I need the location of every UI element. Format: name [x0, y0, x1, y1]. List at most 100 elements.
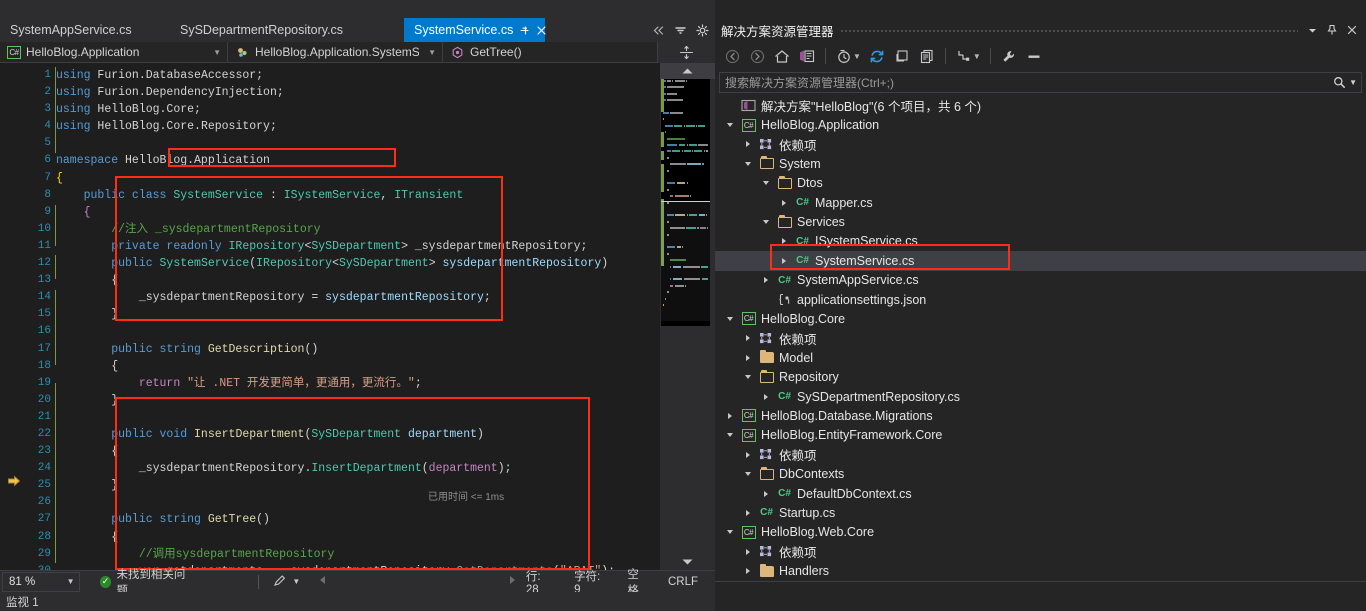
home-icon[interactable] — [770, 45, 794, 67]
tree-item[interactable]: C# SystemAppService.cs — [715, 271, 1366, 290]
properties-wrench-icon[interactable] — [997, 45, 1021, 67]
code-editor-surface[interactable]: 1 2 3 4 5 6 7 8 9 10 11 12 13 14 15 16 17 18 19 20 21 22 23 24 2… — [0, 63, 715, 570]
code-line[interactable]: //调用sysdepartmentRepository — [56, 546, 660, 563]
code-line[interactable]: _sysdepartmentRepository.InsertDepartmen… — [56, 460, 660, 477]
code-line[interactable]: public string GetTree() — [56, 511, 660, 528]
chevron-right-icon[interactable] — [777, 257, 790, 264]
editor-tab-sysdepartmentrepository[interactable]: SySDepartmentRepository.cs — [170, 18, 400, 42]
code-line[interactable] — [56, 494, 660, 511]
solution-explorer-search[interactable]: 搜索解决方案资源管理器(Ctrl+;) ▼ — [719, 72, 1362, 93]
scroll-left-arrow-icon[interactable] — [318, 575, 327, 588]
horizontal-scrollbar[interactable] — [318, 575, 517, 588]
tree-item[interactable]: 依赖项 — [715, 329, 1366, 348]
chevron-down-icon[interactable]: ▼ — [973, 52, 981, 61]
code-line[interactable]: } — [56, 392, 660, 409]
solution-explorer-tree[interactable]: 解决方案"HelloBlog"(6 个项目，共 6 个) C# HelloBlog.… — [715, 96, 1366, 581]
tree-item[interactable]: C# Mapper.cs — [715, 193, 1366, 212]
pen-tool[interactable]: ▼ — [265, 574, 308, 590]
navbar-type-dropdown[interactable]: HelloBlog.Application.SystemSe ▼ — [228, 42, 443, 62]
chevron-down-icon[interactable] — [723, 530, 736, 535]
code-line[interactable]: } — [56, 477, 660, 494]
tree-item[interactable]: Repository — [715, 367, 1366, 386]
code-line[interactable]: private readonly IRepository<SySDepartme… — [56, 238, 660, 255]
code-line[interactable]: { — [56, 358, 660, 375]
forward-arrow-icon[interactable] — [745, 45, 769, 67]
code-line[interactable]: namespace HelloBlog.Application — [56, 152, 660, 169]
chevron-right-icon[interactable] — [777, 199, 790, 206]
chevron-right-icon[interactable] — [741, 335, 754, 342]
code-line[interactable]: public string GetDescription() — [56, 341, 660, 358]
chevron-down-icon[interactable] — [759, 181, 772, 186]
code-line[interactable]: using HelloBlog.Core; — [56, 101, 660, 118]
code-line[interactable] — [56, 323, 660, 340]
tree-item[interactable]: System — [715, 154, 1366, 173]
code-line[interactable]: { — [56, 443, 660, 460]
tree-item[interactable]: applicationsettings.json — [715, 290, 1366, 309]
tree-item[interactable]: Services — [715, 212, 1366, 231]
code-line[interactable]: { — [56, 272, 660, 289]
chevron-down-icon[interactable] — [723, 316, 736, 321]
settings-gear-icon[interactable] — [696, 23, 709, 37]
code-line[interactable]: public SystemService(IRepository<SySDepa… — [56, 255, 660, 272]
chevron-right-icon[interactable] — [741, 509, 754, 516]
code-line[interactable]: { — [56, 204, 660, 221]
tree-item[interactable]: Model — [715, 348, 1366, 367]
code-line[interactable]: public void InsertDepartment(SySDepartme… — [56, 426, 660, 443]
code-line[interactable]: { — [56, 529, 660, 546]
chevron-right-icon[interactable] — [759, 490, 772, 497]
editor-tab-systemservice[interactable]: SystemService.cs — [404, 18, 547, 42]
editor-glyph-margin[interactable] — [0, 63, 24, 570]
tab-list-dropdown-icon[interactable] — [674, 25, 687, 36]
tree-item[interactable]: Handlers — [715, 561, 1366, 580]
tree-item[interactable]: 解决方案"HelloBlog"(6 个项目，共 6 个) — [715, 96, 1366, 115]
code-line[interactable]: //注入 _sysdepartmentRepository — [56, 221, 660, 238]
chevron-down-icon[interactable] — [741, 375, 754, 380]
collapse-all-icon[interactable] — [890, 45, 914, 67]
scroll-up-button[interactable] — [660, 63, 715, 79]
tree-item[interactable]: C# ISystemService.cs — [715, 232, 1366, 251]
minimap-viewport[interactable] — [661, 201, 710, 321]
chevron-down-icon[interactable]: ▼ — [853, 52, 861, 61]
code-line[interactable]: } — [56, 306, 660, 323]
editor-tab-systemappservice[interactable]: SystemAppService.cs — [0, 18, 196, 42]
scroll-right-arrow-icon[interactable] — [508, 575, 517, 588]
back-arrow-icon[interactable] — [720, 45, 744, 67]
code-line[interactable]: using Furion.DatabaseAccessor; — [56, 67, 660, 84]
properties-window-icon[interactable] — [1022, 45, 1046, 67]
chevron-down-icon[interactable] — [759, 220, 772, 225]
watch-window-tab[interactable]: 监视 1 — [0, 592, 715, 611]
chevron-right-icon[interactable] — [759, 393, 772, 400]
tree-item[interactable]: 依赖项 — [715, 445, 1366, 464]
solution-view-icon[interactable] — [795, 45, 819, 67]
code-line[interactable]: _sysdepartmentRepository = sysdepartment… — [56, 289, 660, 306]
editor-minimap[interactable] — [660, 63, 715, 570]
chevron-right-icon[interactable] — [723, 412, 736, 419]
tree-item[interactable]: C# Startup.cs — [715, 503, 1366, 522]
code-line[interactable] — [56, 135, 660, 152]
pin-icon[interactable] — [1322, 20, 1342, 40]
tree-item[interactable]: C# HelloBlog.Core — [715, 309, 1366, 328]
pin-icon[interactable] — [519, 25, 530, 36]
tree-item[interactable]: C# SySDepartmentRepository.cs — [715, 387, 1366, 406]
tree-item-selected[interactable]: C# SystemService.cs — [715, 251, 1366, 271]
close-icon[interactable] — [536, 25, 547, 36]
editor-splitter-button[interactable] — [657, 42, 715, 63]
close-icon[interactable] — [1342, 20, 1362, 40]
code-line[interactable]: return "让 .NET 开发更简单，更通用，更流行。"; — [56, 375, 660, 392]
tree-item[interactable]: C# HelloBlog.Database.Migrations — [715, 406, 1366, 425]
code-line[interactable]: public class SystemService : ISystemServ… — [56, 187, 660, 204]
tree-item[interactable]: C# DefaultDbContext.cs — [715, 484, 1366, 503]
tree-item[interactable]: C# HelloBlog.Application — [715, 115, 1366, 134]
chevron-right-icon[interactable] — [741, 141, 754, 148]
tree-item[interactable]: 依赖项 — [715, 135, 1366, 154]
magnifier-icon[interactable]: ▼ — [1333, 76, 1357, 89]
minimap-canvas[interactable] — [661, 79, 710, 326]
chevron-right-icon[interactable] — [777, 238, 790, 245]
titlebar-drag-dots[interactable] — [834, 18, 1302, 42]
tree-item[interactable]: Dtos — [715, 174, 1366, 193]
chevron-double-left-icon[interactable] — [652, 25, 665, 36]
chevron-right-icon[interactable] — [741, 354, 754, 361]
tree-item[interactable]: C# HelloBlog.Web.Core — [715, 523, 1366, 542]
chevron-down-icon[interactable] — [723, 123, 736, 128]
code-line[interactable]: { — [56, 170, 660, 187]
